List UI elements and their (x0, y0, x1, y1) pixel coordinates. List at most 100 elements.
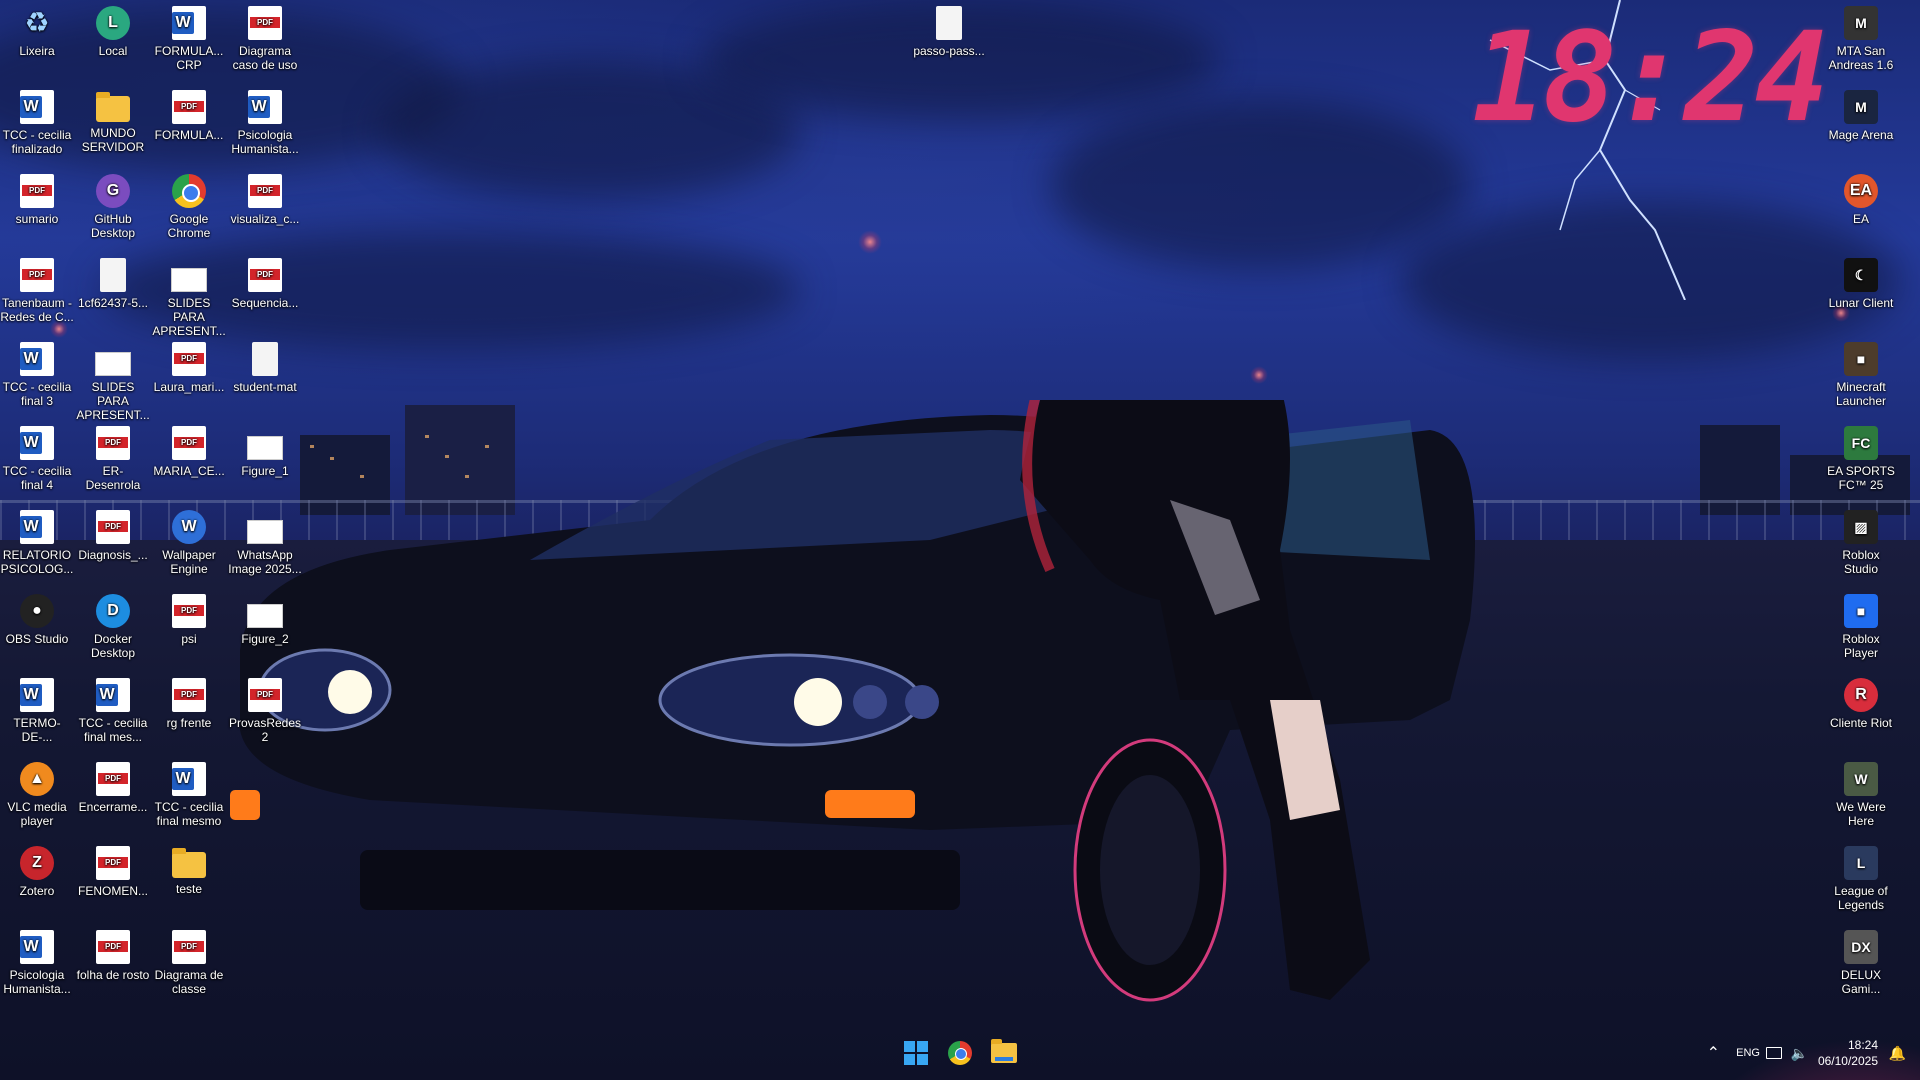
desktop-icon-figure-2[interactable]: Figure_2 (228, 588, 302, 646)
desktop-icon-label: Lunar Client (1828, 296, 1894, 310)
desktop-icon-visualiza-c[interactable]: visualiza_c... (228, 168, 302, 226)
word-doc-icon (172, 6, 206, 40)
desktop-icon-label: WhatsApp Image 2025... (228, 548, 302, 576)
desktop-icon-label: Figure_1 (241, 464, 289, 478)
desktop-icon-lunar-client[interactable]: ☾ Lunar Client (1824, 252, 1898, 310)
desktop-icon-encerrame[interactable]: Encerrame... (76, 756, 150, 814)
desktop-icon-github-desktop[interactable]: G GitHub Desktop (76, 168, 150, 240)
desktop-icon-lixeira[interactable]: ♻ Lixeira (0, 0, 74, 59)
desktop-icon-formula[interactable]: FORMULA... (152, 84, 226, 142)
desktop-icon-label: Lixeira (19, 44, 55, 58)
taskbar: ⌃ ENG 🔈 18:24 06/10/2025 🔔 (0, 1026, 1920, 1080)
desktop-icon-tcc-cecilia-final-4[interactable]: TCC - cecilia final 4 (0, 420, 74, 492)
desktop-icon-label: TCC - cecilia final mesmo (154, 800, 224, 828)
desktop-icon-diagrama-de-classe[interactable]: Diagrama de classe (152, 924, 226, 996)
desktop-icon-slides-para-apresent[interactable]: SLIDES PARA APRESENT... (152, 252, 226, 338)
desktop-icon-fenomen[interactable]: FENOMEN... (76, 840, 150, 898)
desktop-icon-label: Local (98, 44, 128, 58)
chevron-up-icon[interactable]: ⌃ (1707, 1043, 1720, 1063)
desktop-icon-delux-gami[interactable]: DX DELUX Gami... (1824, 924, 1898, 996)
desktop-icon-slides-para-apresent[interactable]: SLIDES PARA APRESENT... (76, 336, 150, 422)
tray-clock[interactable]: 18:24 06/10/2025 (1818, 1037, 1878, 1069)
desktop-icon-1cf62437-5[interactable]: 1cf62437-5... (76, 252, 150, 310)
desktop-icon-cliente-riot[interactable]: R Cliente Riot (1824, 672, 1898, 730)
pdf-icon (96, 930, 130, 964)
desktop-icon-mundo-servidor[interactable]: MUNDO SERVIDOR (76, 84, 150, 154)
desktop-icon-psicologia-humanista[interactable]: Psicologia Humanista... (0, 924, 74, 996)
file-icon (252, 342, 278, 376)
desktop-icon-label: rg frente (166, 716, 212, 730)
desktop-icon-termo-de[interactable]: TERMO-DE-... (0, 672, 74, 744)
pdf-icon (20, 258, 54, 292)
desktop-icon-student-mat[interactable]: student-mat (228, 336, 302, 394)
desktop-icon-obs-studio[interactable]: ● OBS Studio (0, 588, 74, 646)
desktop-icon-label: DELUX Gami... (1840, 968, 1881, 996)
windows-start-icon (904, 1041, 928, 1065)
desktop-icon-laura-mari[interactable]: Laura_mari... (152, 336, 226, 394)
desktop-icon-sumario[interactable]: sumario (0, 168, 74, 226)
desktop-icon-label: SLIDES PARA APRESENT... (76, 380, 150, 422)
desktop-icon-minecraft-launcher[interactable]: ■ Minecraft Launcher (1824, 336, 1898, 408)
desktop-icon-relatorio-psicolog[interactable]: RELATORIO PSICOLOG... (0, 504, 74, 576)
pdf-icon (20, 174, 54, 208)
desktop-icon-rg-frente[interactable]: rg frente (152, 672, 226, 730)
desktop-icon-label: passo-pass... (913, 44, 985, 58)
desktop-icon-passo-pass[interactable]: passo-pass... (912, 0, 986, 58)
desktop-icon-tcc-cecilia-final-mesmo[interactable]: TCC - cecilia final mesmo (152, 756, 226, 828)
desktop-icon-figure-1[interactable]: Figure_1 (228, 420, 302, 478)
desktop-icon-zotero[interactable]: Z Zotero (0, 840, 74, 898)
desktop-icon-tcc-cecilia-final-3[interactable]: TCC - cecilia final 3 (0, 336, 74, 408)
desktop-icon-tcc-cecilia-finalizado[interactable]: TCC - cecilia finalizado (0, 84, 74, 156)
taskbar-file-explorer-button[interactable] (990, 1039, 1018, 1067)
desktop-icon-label: Sequencia... (231, 296, 299, 310)
vlc-icon: ▲ (20, 762, 54, 796)
league-icon: L (1844, 846, 1878, 880)
desktop-icon-ea-sports-fc-25[interactable]: FC EA SPORTS FC™ 25 (1824, 420, 1898, 492)
desktop-icon-er-desenrola[interactable]: ER-Desenrola (76, 420, 150, 492)
desktop-icon-folha-de-rosto[interactable]: folha de rosto (76, 924, 150, 982)
desktop-icon-docker-desktop[interactable]: D Docker Desktop (76, 588, 150, 660)
desktop-icon-sequencia[interactable]: Sequencia... (228, 252, 302, 310)
desktop-icon-label: SLIDES PARA APRESENT... (152, 296, 226, 338)
we-were-here-icon: W (1844, 762, 1878, 796)
desktop-icon-psi[interactable]: psi (152, 588, 226, 646)
tray-time: 18:24 (1847, 1038, 1878, 1052)
desktop-icon-tcc-cecilia-final-mes[interactable]: TCC - cecilia final mes... (76, 672, 150, 744)
desktop-icon-provasredes2[interactable]: ProvasRedes2 (228, 672, 302, 744)
volume-icon[interactable]: 🔈 (1791, 1045, 1808, 1062)
desktop-icon-local[interactable]: L Local (76, 0, 150, 58)
desktop-icon-diagrama-caso-de-uso[interactable]: Diagrama caso de uso (228, 0, 302, 72)
desktop-icon-maria-ce[interactable]: MARIA_CE... (152, 420, 226, 478)
desktop-icon-vlc-media-player[interactable]: ▲ VLC media player (0, 756, 74, 828)
local-icon: L (96, 6, 130, 40)
desktop-icon-formula-crp[interactable]: FORMULA... CRP (152, 0, 226, 72)
notification-bell-icon[interactable]: 🔔 (1889, 1045, 1906, 1062)
desktop-icon-mta-san-andreas-1-6[interactable]: M MTA San Andreas 1.6 (1824, 0, 1898, 72)
language-indicator[interactable]: ENG (1736, 1047, 1760, 1059)
desktop-icon-roblox-studio[interactable]: ▨ Roblox Studio (1824, 504, 1898, 576)
desktop-icon-label: EA SPORTS FC™ 25 (1827, 464, 1895, 492)
desktop-icon-psicologia-humanista[interactable]: Psicologia Humanista... (228, 84, 302, 156)
desktop-icon-roblox-player[interactable]: ■ Roblox Player (1824, 588, 1898, 660)
desktop-icon-ea[interactable]: EA EA (1824, 168, 1898, 226)
desktop-icon-label: MUNDO SERVIDOR (81, 126, 145, 154)
desktop-icon-whatsapp-image-2025[interactable]: WhatsApp Image 2025... (228, 504, 302, 576)
desktop-icon-wallpaper-engine[interactable]: W Wallpaper Engine (152, 504, 226, 576)
mage-arena-icon: M (1844, 90, 1878, 124)
desktop-icon-google-chrome[interactable]: Google Chrome (152, 168, 226, 240)
desktop-icon-mage-arena[interactable]: M Mage Arena (1824, 84, 1898, 142)
network-icon[interactable] (1766, 1047, 1782, 1059)
slides-icon (171, 268, 207, 292)
desktop-icon-label: Laura_mari... (153, 380, 225, 394)
desktop-icon-we-were-here[interactable]: W We Were Here (1824, 756, 1898, 828)
desktop-icon-label: Figure_2 (241, 632, 289, 646)
desktop-icon-diagnosis[interactable]: Diagnosis_... (76, 504, 150, 562)
taskbar-chrome-button[interactable] (946, 1039, 974, 1067)
desktop-icon-teste[interactable]: teste (152, 840, 226, 896)
pdf-icon (96, 510, 130, 544)
desktop-icon-tanenbaum-redes-de-c[interactable]: Tanenbaum - Redes de C... (0, 252, 74, 324)
word-doc-icon (20, 426, 54, 460)
desktop-icon-label: MARIA_CE... (153, 464, 225, 478)
start-button[interactable] (902, 1039, 930, 1067)
desktop-icon-league-of-legends[interactable]: L League of Legends (1824, 840, 1898, 912)
